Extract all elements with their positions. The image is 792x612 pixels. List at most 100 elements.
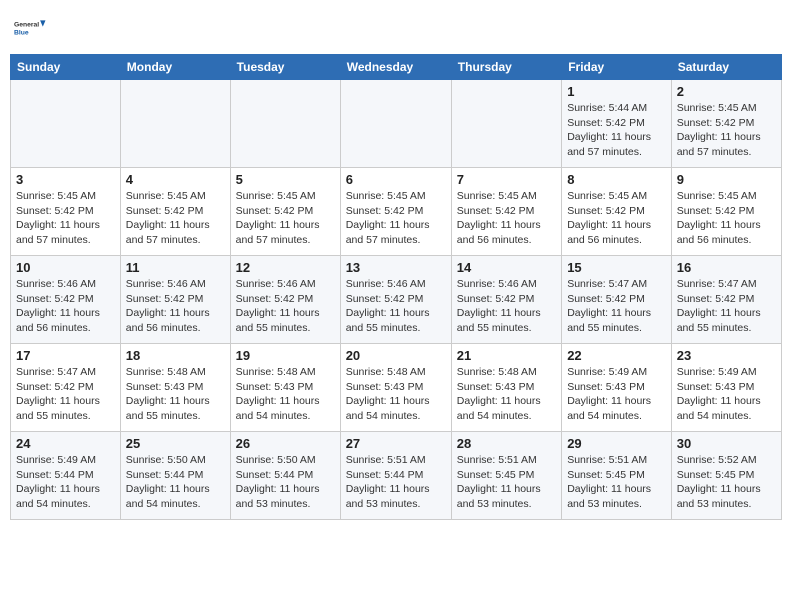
calendar-week-row: 3 Sunrise: 5:45 AM Sunset: 5:42 PM Daylig… xyxy=(11,168,782,256)
day-number: 15 xyxy=(567,260,666,275)
day-number: 5 xyxy=(236,172,335,187)
day-info: Sunrise: 5:45 AM Sunset: 5:42 PM Dayligh… xyxy=(567,189,666,248)
day-info: Sunrise: 5:52 AM Sunset: 5:45 PM Dayligh… xyxy=(677,453,776,512)
day-info: Sunrise: 5:50 AM Sunset: 5:44 PM Dayligh… xyxy=(126,453,225,512)
day-info: Sunrise: 5:44 AM Sunset: 5:42 PM Dayligh… xyxy=(567,101,666,160)
day-info: Sunrise: 5:45 AM Sunset: 5:42 PM Dayligh… xyxy=(677,189,776,248)
calendar-day-7: 7 Sunrise: 5:45 AM Sunset: 5:42 PM Daylig… xyxy=(451,168,561,256)
calendar-day-17: 17 Sunrise: 5:47 AM Sunset: 5:42 PM Dayli… xyxy=(11,344,121,432)
calendar-empty-cell xyxy=(230,80,340,168)
day-info: Sunrise: 5:49 AM Sunset: 5:43 PM Dayligh… xyxy=(567,365,666,424)
day-number: 28 xyxy=(457,436,556,451)
calendar-day-25: 25 Sunrise: 5:50 AM Sunset: 5:44 PM Dayli… xyxy=(120,432,230,520)
day-number: 30 xyxy=(677,436,776,451)
day-info: Sunrise: 5:47 AM Sunset: 5:42 PM Dayligh… xyxy=(677,277,776,336)
calendar-week-row: 10 Sunrise: 5:46 AM Sunset: 5:42 PM Dayli… xyxy=(11,256,782,344)
day-info: Sunrise: 5:47 AM Sunset: 5:42 PM Dayligh… xyxy=(16,365,115,424)
calendar-day-1: 1 Sunrise: 5:44 AM Sunset: 5:42 PM Daylig… xyxy=(562,80,672,168)
day-number: 3 xyxy=(16,172,115,187)
day-number: 27 xyxy=(346,436,446,451)
weekday-header-tuesday: Tuesday xyxy=(230,55,340,80)
day-number: 24 xyxy=(16,436,115,451)
day-info: Sunrise: 5:45 AM Sunset: 5:42 PM Dayligh… xyxy=(236,189,335,248)
weekday-header-row: SundayMondayTuesdayWednesdayThursdayFrid… xyxy=(11,55,782,80)
calendar-day-19: 19Sunrise: 5:48 AM Sunset: 5:43 PM Dayli… xyxy=(230,344,340,432)
calendar-week-row: 24 Sunrise: 5:49 AM Sunset: 5:44 PM Dayli… xyxy=(11,432,782,520)
calendar-day-5: 5 Sunrise: 5:45 AM Sunset: 5:42 PM Daylig… xyxy=(230,168,340,256)
calendar-day-26: 26 Sunrise: 5:50 AM Sunset: 5:44 PM Dayli… xyxy=(230,432,340,520)
day-number: 8 xyxy=(567,172,666,187)
calendar-day-22: 22 Sunrise: 5:49 AM Sunset: 5:43 PM Dayli… xyxy=(562,344,672,432)
calendar-day-27: 27 Sunrise: 5:51 AM Sunset: 5:44 PM Dayli… xyxy=(340,432,451,520)
calendar-day-23: 23 Sunrise: 5:49 AM Sunset: 5:43 PM Dayli… xyxy=(671,344,781,432)
day-info: Sunrise: 5:46 AM Sunset: 5:42 PM Dayligh… xyxy=(457,277,556,336)
day-info: Sunrise: 5:49 AM Sunset: 5:44 PM Dayligh… xyxy=(16,453,115,512)
calendar-day-4: 4Sunrise: 5:45 AM Sunset: 5:42 PM Daylig… xyxy=(120,168,230,256)
day-info: Sunrise: 5:45 AM Sunset: 5:42 PM Dayligh… xyxy=(16,189,115,248)
day-info: Sunrise: 5:45 AM Sunset: 5:42 PM Dayligh… xyxy=(457,189,556,248)
logo-icon: GeneralBlue xyxy=(14,10,50,46)
day-number: 10 xyxy=(16,260,115,275)
calendar-day-28: 28 Sunrise: 5:51 AM Sunset: 5:45 PM Dayli… xyxy=(451,432,561,520)
day-info: Sunrise: 5:45 AM Sunset: 5:42 PM Dayligh… xyxy=(346,189,446,248)
calendar-day-20: 20Sunrise: 5:48 AM Sunset: 5:43 PM Dayli… xyxy=(340,344,451,432)
calendar-day-18: 18 Sunrise: 5:48 AM Sunset: 5:43 PM Dayli… xyxy=(120,344,230,432)
calendar-day-24: 24 Sunrise: 5:49 AM Sunset: 5:44 PM Dayli… xyxy=(11,432,121,520)
svg-text:General: General xyxy=(14,22,39,29)
calendar-empty-cell xyxy=(340,80,451,168)
day-info: Sunrise: 5:45 AM Sunset: 5:42 PM Dayligh… xyxy=(677,101,776,160)
day-number: 1 xyxy=(567,84,666,99)
calendar-empty-cell xyxy=(120,80,230,168)
weekday-header-saturday: Saturday xyxy=(671,55,781,80)
calendar-week-row: 1 Sunrise: 5:44 AM Sunset: 5:42 PM Daylig… xyxy=(11,80,782,168)
day-info: Sunrise: 5:49 AM Sunset: 5:43 PM Dayligh… xyxy=(677,365,776,424)
day-number: 26 xyxy=(236,436,335,451)
calendar-day-9: 9 Sunrise: 5:45 AM Sunset: 5:42 PM Daylig… xyxy=(671,168,781,256)
calendar-empty-cell xyxy=(11,80,121,168)
day-info: Sunrise: 5:51 AM Sunset: 5:44 PM Dayligh… xyxy=(346,453,446,512)
day-number: 25 xyxy=(126,436,225,451)
day-info: Sunrise: 5:47 AM Sunset: 5:42 PM Dayligh… xyxy=(567,277,666,336)
calendar-day-10: 10Sunrise: 5:46 AM Sunset: 5:42 PM Dayli… xyxy=(11,256,121,344)
calendar-day-3: 3 Sunrise: 5:45 AM Sunset: 5:42 PM Daylig… xyxy=(11,168,121,256)
day-info: Sunrise: 5:46 AM Sunset: 5:42 PM Dayligh… xyxy=(236,277,335,336)
day-info: Sunrise: 5:48 AM Sunset: 5:43 PM Dayligh… xyxy=(126,365,225,424)
calendar-day-2: 2Sunrise: 5:45 AM Sunset: 5:42 PM Daylig… xyxy=(671,80,781,168)
day-number: 7 xyxy=(457,172,556,187)
calendar-day-14: 14 Sunrise: 5:46 AM Sunset: 5:42 PM Dayli… xyxy=(451,256,561,344)
day-number: 13 xyxy=(346,260,446,275)
weekday-header-monday: Monday xyxy=(120,55,230,80)
weekday-header-wednesday: Wednesday xyxy=(340,55,451,80)
day-number: 19 xyxy=(236,348,335,363)
day-number: 22 xyxy=(567,348,666,363)
weekday-header-friday: Friday xyxy=(562,55,672,80)
day-number: 12 xyxy=(236,260,335,275)
day-number: 23 xyxy=(677,348,776,363)
day-info: Sunrise: 5:50 AM Sunset: 5:44 PM Dayligh… xyxy=(236,453,335,512)
day-info: Sunrise: 5:51 AM Sunset: 5:45 PM Dayligh… xyxy=(457,453,556,512)
calendar-day-16: 16 Sunrise: 5:47 AM Sunset: 5:42 PM Dayli… xyxy=(671,256,781,344)
calendar-day-13: 13Sunrise: 5:46 AM Sunset: 5:42 PM Dayli… xyxy=(340,256,451,344)
calendar-day-29: 29 Sunrise: 5:51 AM Sunset: 5:45 PM Dayli… xyxy=(562,432,672,520)
day-info: Sunrise: 5:48 AM Sunset: 5:43 PM Dayligh… xyxy=(346,365,446,424)
day-number: 9 xyxy=(677,172,776,187)
day-number: 17 xyxy=(16,348,115,363)
day-number: 16 xyxy=(677,260,776,275)
calendar-day-11: 11Sunrise: 5:46 AM Sunset: 5:42 PM Dayli… xyxy=(120,256,230,344)
day-number: 18 xyxy=(126,348,225,363)
logo: GeneralBlue xyxy=(14,10,50,46)
calendar-day-30: 30 Sunrise: 5:52 AM Sunset: 5:45 PM Dayli… xyxy=(671,432,781,520)
day-number: 14 xyxy=(457,260,556,275)
day-info: Sunrise: 5:51 AM Sunset: 5:45 PM Dayligh… xyxy=(567,453,666,512)
calendar-day-21: 21Sunrise: 5:48 AM Sunset: 5:43 PM Dayli… xyxy=(451,344,561,432)
calendar-week-row: 17 Sunrise: 5:47 AM Sunset: 5:42 PM Dayli… xyxy=(11,344,782,432)
calendar-empty-cell xyxy=(451,80,561,168)
weekday-header-sunday: Sunday xyxy=(11,55,121,80)
day-number: 6 xyxy=(346,172,446,187)
day-number: 4 xyxy=(126,172,225,187)
day-number: 29 xyxy=(567,436,666,451)
day-info: Sunrise: 5:48 AM Sunset: 5:43 PM Dayligh… xyxy=(457,365,556,424)
day-number: 11 xyxy=(126,260,225,275)
page-header: GeneralBlue xyxy=(10,10,782,46)
calendar-table: SundayMondayTuesdayWednesdayThursdayFrid… xyxy=(10,54,782,520)
